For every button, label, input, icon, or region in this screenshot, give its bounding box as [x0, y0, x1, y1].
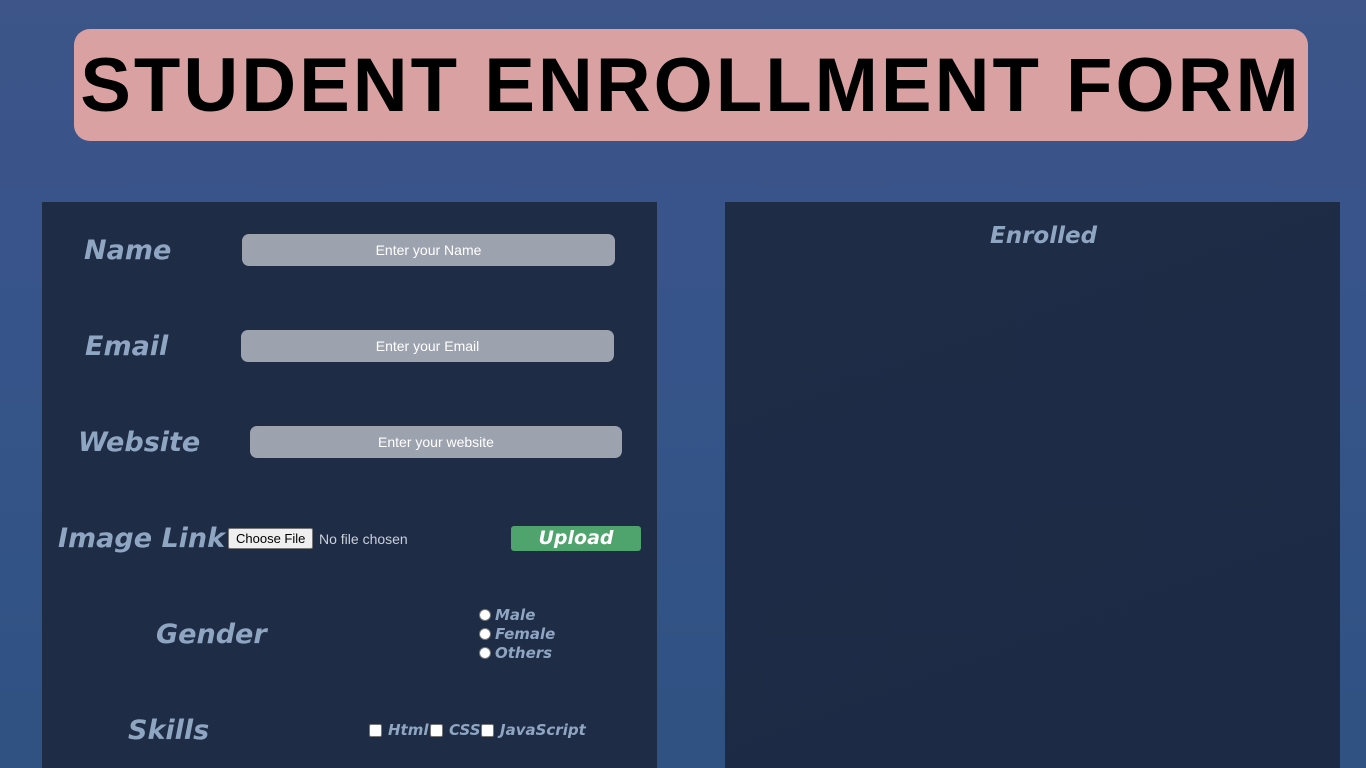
gender-option-male: Male — [495, 606, 536, 624]
name-input[interactable] — [242, 234, 615, 266]
skill-option-javascript: JavaScript — [500, 721, 586, 739]
skill-checkbox-html[interactable] — [369, 724, 382, 737]
gender-label: Gender — [156, 619, 267, 650]
gender-radio-others[interactable] — [479, 647, 491, 659]
name-label: Name — [84, 235, 172, 266]
enrolled-panel — [725, 202, 1340, 768]
skills-label: Skills — [128, 715, 210, 746]
upload-button[interactable]: Upload — [511, 526, 641, 551]
email-input[interactable] — [241, 330, 614, 362]
website-input[interactable] — [250, 426, 622, 458]
gender-option-others: Others — [495, 644, 553, 662]
skill-option-html: Html — [388, 721, 429, 739]
skill-checkbox-css[interactable] — [430, 724, 443, 737]
gender-radio-female[interactable] — [479, 628, 491, 640]
image-link-label: Image Link — [58, 523, 226, 554]
gender-radio-male[interactable] — [479, 609, 491, 621]
page-title: STUDENT ENROLLMENT FORM — [80, 42, 1302, 128]
skill-checkbox-javascript[interactable] — [481, 724, 494, 737]
skill-option-css: CSS — [449, 721, 481, 739]
file-status-text: No file chosen — [319, 531, 408, 547]
choose-file-button[interactable]: Choose File — [228, 528, 314, 549]
gender-option-female: Female — [495, 625, 556, 643]
website-label: Website — [78, 427, 201, 458]
email-label: Email — [85, 331, 169, 362]
enrolled-title: Enrolled — [990, 223, 1098, 249]
enrollment-form-panel — [42, 202, 657, 768]
title-banner: STUDENT ENROLLMENT FORM — [74, 29, 1308, 141]
